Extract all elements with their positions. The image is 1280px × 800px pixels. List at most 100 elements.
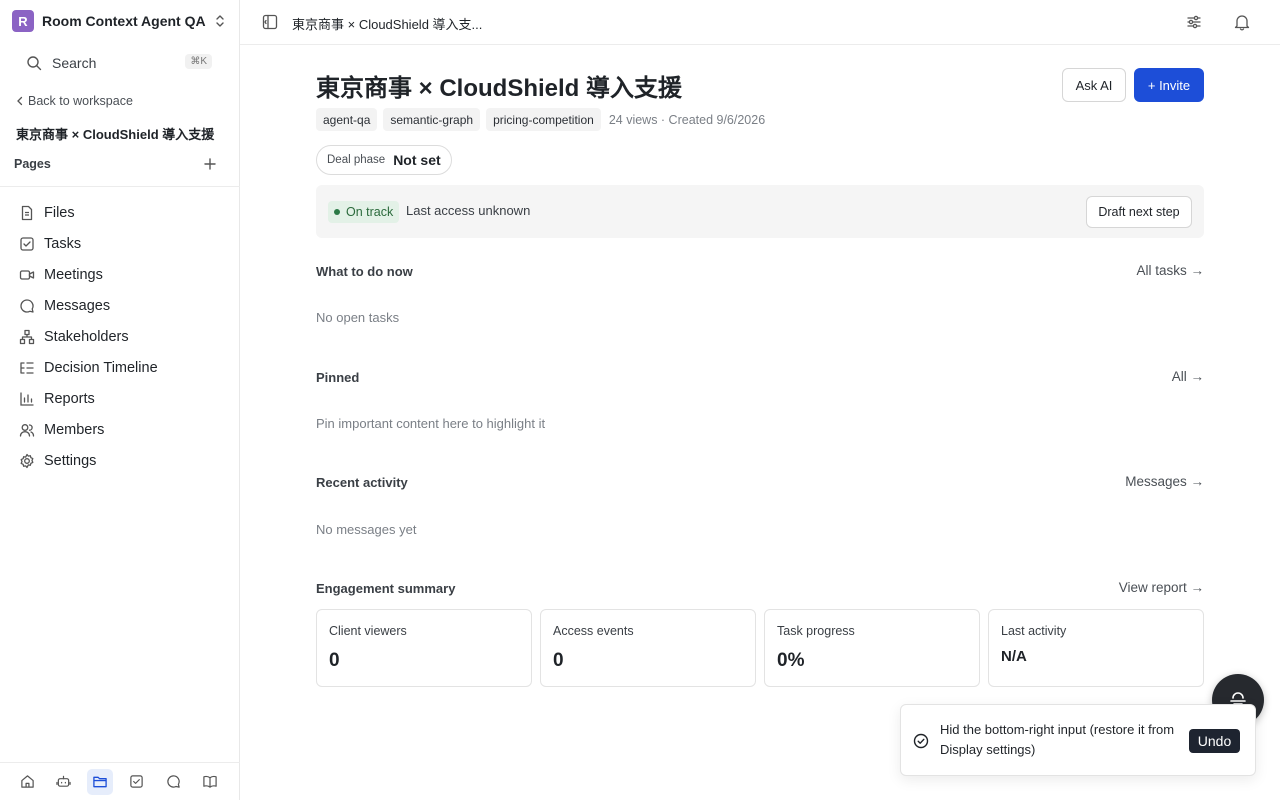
room-meta: 24 views · Created 9/6/2026 [608,112,766,127]
section-title-activity: Recent activity [316,475,408,490]
todo-empty-state: No open tasks [316,310,400,325]
metric-label: Access events [553,624,634,638]
status-text: Last access unknown [406,203,531,218]
sidebar-item-label: Meetings [44,266,103,283]
sidebar-item-reports[interactable]: Reports [0,383,240,414]
docs-button[interactable] [197,769,223,795]
view-report-link[interactable]: View report → [1119,580,1204,595]
sidebar-item-files[interactable]: Files [0,197,240,228]
page-title: 東京商事 × CloudShield 導入支援 [316,75,683,102]
file-icon [19,205,35,221]
status-dot-icon [334,209,340,215]
metric-card-client-viewers: Client viewers 0 [316,609,532,687]
room-title: 東京商事 × CloudShield 導入支援 [16,127,215,142]
messages-link[interactable]: Messages → [1125,474,1204,489]
search-button[interactable]: Search ⌘K [14,50,214,76]
deal-phase-label: Deal phase [327,154,386,166]
chevron-up-down-icon [216,15,224,27]
deal-phase-selector[interactable]: Deal phase Not set [316,145,452,175]
tasks-button[interactable] [124,769,150,795]
chevron-left-icon [17,96,23,106]
back-to-workspace-label: Back to workspace [28,94,133,108]
sidebar-item-label: Stakeholders [44,328,129,345]
sidebar-item-label: Reports [44,390,95,407]
status-badge: On track [328,201,400,223]
status-panel: On track Last access unknown Draft next … [316,185,1204,238]
tag[interactable]: agent-qa [316,108,378,131]
sidebar-item-tasks[interactable]: Tasks [0,228,240,259]
metric-value: 0 [553,650,564,671]
sidebar-item-messages[interactable]: Messages [0,290,240,321]
chat-bubble-icon [166,775,180,788]
sidebar-bottom-bar [0,762,240,800]
checkbox-icon [130,775,143,788]
gear-icon [19,453,35,469]
toast-message: Hid the bottom-right input (restore it f… [940,722,1175,757]
pinned-empty-state: Pin important content here to highlight … [316,416,546,431]
sliders-icon[interactable] [1186,14,1202,30]
workspace-avatar: R [12,10,34,32]
metric-card-access-events: Access events 0 [540,609,756,687]
tag[interactable]: semantic-graph [383,108,481,131]
sidebar-item-stakeholders[interactable]: Stakeholders [0,321,240,352]
metric-card-last-activity: Last activity N/A [988,609,1204,687]
tag-list: agent-qa semantic-graph pricing-competit… [316,108,765,131]
chat-bubble-icon [19,298,35,314]
metric-value: 0% [777,650,805,671]
add-page-icon[interactable] [203,157,217,171]
all-tasks-link[interactable]: All tasks → [1136,263,1204,278]
home-icon [20,775,34,788]
sidebar-item-members[interactable]: Members [0,414,240,445]
sidebar-item-label: Files [44,204,75,221]
book-icon [202,775,217,788]
back-to-workspace-link[interactable]: Back to workspace [16,94,133,108]
checkbox-icon [19,236,35,252]
sidebar-item-label: Tasks [44,235,82,252]
sidebar-divider [0,186,240,187]
sidebar-item-settings[interactable]: Settings [0,445,240,476]
sidebar-item-decision-timeline[interactable]: Decision Timeline [0,352,240,383]
sidebar-item-meetings[interactable]: Meetings [0,259,240,290]
ask-ai-button[interactable]: Ask AI [1062,68,1126,102]
home-button[interactable] [14,769,40,795]
search-icon [27,56,42,71]
breadcrumb-title: 東京商事 × CloudShield 導入支... [292,17,483,32]
top-bar: 東京商事 × CloudShield 導入支... [240,0,1280,45]
bar-chart-icon [19,391,35,407]
video-icon [19,267,35,283]
sidebar-item-label: Decision Timeline [44,359,158,376]
all-pinned-link[interactable]: All → [1172,369,1204,384]
undo-button[interactable]: Undo [1189,729,1240,753]
bot-icon [56,775,71,787]
section-title-pinned: Pinned [316,370,360,385]
sidebar-toggle-icon[interactable] [262,14,278,30]
rooms-button[interactable] [87,768,113,795]
metric-label: Task progress [777,624,855,638]
sidebar-item-label: Settings [44,452,97,469]
engagement-cards: Client viewers 0 Access events 0 Task pr… [316,609,1204,687]
metric-value: 0 [329,650,340,671]
metric-label: Last activity [1001,624,1067,638]
agent-button[interactable] [51,769,77,795]
search-label: Search [52,55,97,71]
users-icon [19,422,35,438]
section-title-todo: What to do now [316,264,413,279]
messages-button[interactable] [160,769,186,795]
folder-icon [93,776,107,788]
sidebar-nav: Files Tasks Meetings Messages Stakeholde… [0,197,240,476]
status-badge-label: On track [346,205,394,219]
deal-phase-value: Not set [393,152,441,168]
toast-notification: Hid the bottom-right input (restore it f… [900,704,1256,776]
activity-empty-state: No messages yet [316,522,417,537]
list-tree-icon [19,360,35,376]
tag[interactable]: pricing-competition [486,108,601,131]
sidebar-item-label: Members [44,421,105,438]
check-circle-icon [913,733,929,749]
invite-button[interactable]: + Invite [1134,68,1204,102]
search-shortcut: ⌘K [185,54,212,69]
metric-value: N/A [1001,648,1027,665]
section-title-engagement: Engagement summary [316,581,456,596]
draft-next-step-button[interactable]: Draft next step [1086,196,1192,228]
workspace-switcher[interactable]: R Room Context Agent QA [12,10,228,32]
bell-icon[interactable] [1234,13,1250,31]
